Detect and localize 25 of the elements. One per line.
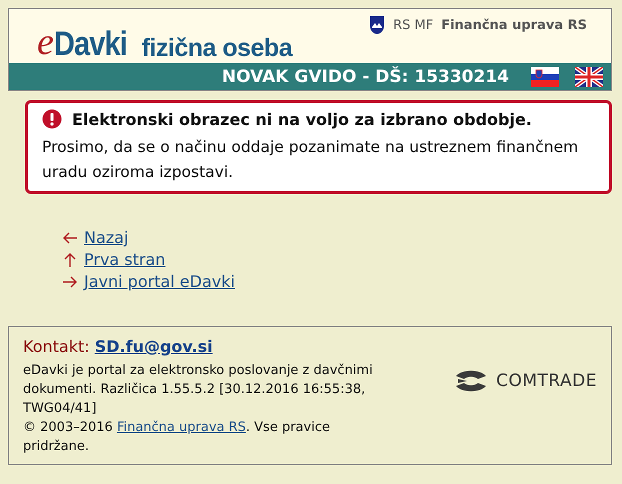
coat-of-arms-icon (369, 15, 386, 35)
nav-link[interactable]: Nazaj (84, 227, 128, 249)
contact-label: Kontakt: (23, 337, 90, 356)
portal-subtitle: fizična oseba (142, 36, 292, 61)
arrow-icon (62, 231, 78, 245)
vendor-logo-icon (454, 369, 488, 393)
copyright-text: © 2003–2016 Finančna uprava RS. Vse pravice pridržane. (23, 419, 331, 456)
error-message: Prosimo, da se o načinu oddaje pozanimate na ustreznem finančnem uradu oziroma izpostavi. (42, 137, 580, 183)
arrow-icon (63, 252, 77, 268)
ministry-label: RS MF (393, 18, 434, 32)
agency-link[interactable]: Finančna uprava RS (116, 420, 246, 435)
email-link[interactable]: SD.fu@gov.si (94, 337, 213, 356)
error-icon (42, 109, 62, 129)
flag-icon[interactable] (575, 66, 603, 86)
nav-link[interactable]: Prva stran (84, 249, 166, 271)
logo-letter: e (37, 23, 54, 61)
nav-link[interactable]: Javni portal eDavki (84, 271, 235, 293)
agency-name: Finančna uprava RS (441, 18, 587, 32)
logo-text: Davki (54, 27, 127, 61)
vendor-name: COMTRADE (496, 371, 597, 391)
flag-icon[interactable] (531, 66, 559, 86)
arrow-icon (62, 275, 78, 289)
about-text: eDavki je portal za elektronsko poslovanje z davčnimi dokumenti. Različica 1.55.5.2 [30.12.2016 16:55:38, TWG04/41] (23, 362, 374, 418)
user-name: NOVAK GVIDO - DŠ: 15330214 (222, 66, 509, 86)
error-title: Elektronski obrazec ni na voljo za izbrano obdobje. (72, 110, 532, 128)
